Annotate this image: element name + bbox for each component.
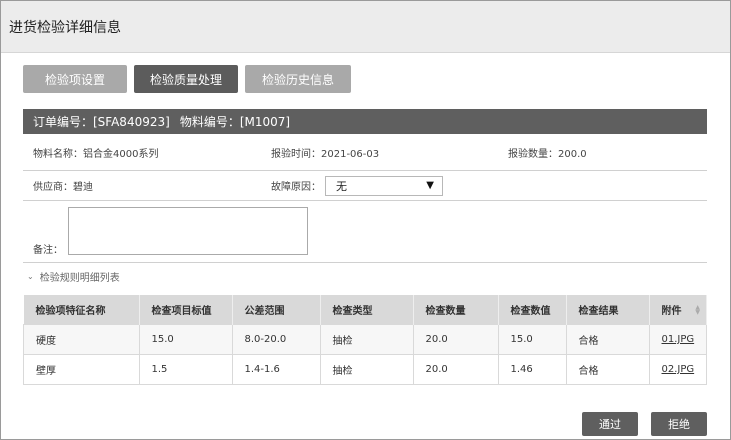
tab-quality-handling[interactable]: 检验质量处理: [134, 65, 238, 93]
material-number: 物料编号：[M1007]: [179, 115, 291, 129]
table-cell: 合格: [565, 324, 650, 355]
column-header[interactable]: 检查项目标值: [139, 295, 233, 325]
table-cell: 硬度: [23, 324, 140, 355]
table-cell: 1.46: [497, 354, 567, 385]
column-header[interactable]: 公差范围: [232, 295, 321, 325]
column-header-attachment[interactable]: 附件 ▲ ▼: [649, 295, 707, 325]
supplier: 供应商：碧迪: [33, 182, 93, 193]
table-cell: 合格: [565, 354, 650, 385]
note-textarea[interactable]: [68, 207, 308, 255]
fault-reason-label: 故障原因：: [271, 182, 321, 193]
table-cell: 15.0: [138, 324, 233, 355]
order-header-bar: 订单编号：[SFA840923] 物料编号：[M1007]: [23, 109, 707, 134]
table-header-row: 检验项特征名称 检查项目标值 公差范围 检查类型 检查数量 检查数值 检查结果 …: [23, 295, 707, 325]
table-cell: 8.0-20.0: [231, 324, 321, 355]
material-name: 物料名称：铝合金4000系列: [33, 148, 159, 160]
order-number: 订单编号：[SFA840923]: [33, 115, 170, 129]
info-row-1: 物料名称：铝合金4000系列 报验时间：2021-06-03 报验数量：200.…: [23, 134, 707, 171]
table-row: 硬度 15.0 8.0-20.0 抽检 20.0 15.0 合格 01.JPG: [23, 324, 707, 355]
table-row: 壁厚 1.5 1.4-1.6 抽检 20.0 1.46 合格 02.JPG: [23, 354, 707, 385]
attachment-link[interactable]: 01.JPG: [648, 324, 707, 355]
column-header[interactable]: 检查结果: [566, 295, 650, 325]
note-row: 备注：: [23, 201, 707, 263]
report-quantity: 报验数量：200.0: [508, 148, 587, 160]
pass-button[interactable]: 通过: [582, 412, 638, 436]
chevron-down-icon: ⌄: [27, 272, 34, 281]
table-cell: 1.4-1.6: [231, 354, 321, 385]
column-header[interactable]: 检验项特征名称: [23, 295, 140, 325]
rules-section-title: 检验规则明细列表: [39, 273, 120, 284]
table-cell: 20.0: [412, 354, 499, 385]
tab-inspection-settings[interactable]: 检验项设置: [23, 65, 127, 93]
table-cell: 壁厚: [23, 354, 140, 385]
column-header[interactable]: 检查数值: [498, 295, 567, 325]
report-time: 报验时间：2021-06-03: [271, 148, 380, 160]
info-row-2: 供应商：碧迪 故障原因： 无 ▼: [23, 171, 707, 201]
title-bar: 进货检验详细信息: [1, 1, 730, 53]
column-header[interactable]: 检查数量: [413, 295, 499, 325]
reject-button[interactable]: 拒绝: [651, 412, 707, 436]
table-cell: 20.0: [412, 324, 499, 355]
table-cell: 1.5: [138, 354, 233, 385]
fault-reason-field: 故障原因： 无 ▼: [271, 171, 443, 200]
chevron-down-icon: ▼: [426, 180, 434, 191]
table-cell: 15.0: [497, 324, 567, 355]
rules-section-toggle[interactable]: ⌄ 检验规则明细列表: [27, 269, 120, 284]
column-header[interactable]: 检查类型: [320, 295, 414, 325]
sort-icon: ▲ ▼: [695, 304, 700, 316]
window-title: 进货检验详细信息: [9, 19, 121, 36]
table-cell: 抽检: [319, 354, 414, 385]
table-cell: 抽检: [319, 324, 414, 355]
note-label: 备注：: [33, 245, 63, 256]
tab-bar: 检验项设置 检验质量处理 检验历史信息: [23, 65, 358, 93]
detail-window: 进货检验详细信息 检验项设置 检验质量处理 检验历史信息 订单编号：[SFA84…: [0, 0, 731, 440]
rules-table: 检验项特征名称 检查项目标值 公差范围 检查类型 检查数量 检查数值 检查结果 …: [23, 295, 707, 385]
fault-reason-select[interactable]: 无 ▼: [325, 175, 443, 196]
fault-reason-value: 无: [336, 179, 347, 193]
tab-inspection-history[interactable]: 检验历史信息: [245, 65, 351, 93]
attachment-link[interactable]: 02.JPG: [648, 354, 707, 385]
